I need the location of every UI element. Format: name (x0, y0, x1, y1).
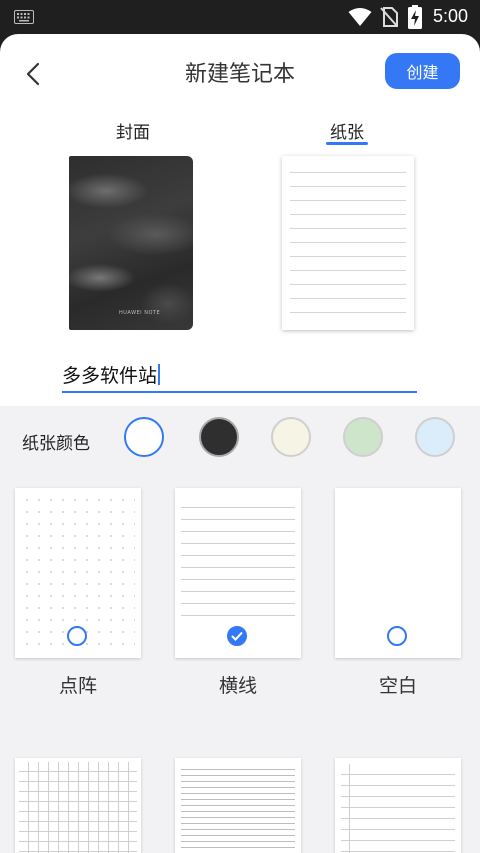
template-label: 点阵 (58, 675, 97, 697)
no-sim-icon (380, 7, 398, 27)
swatch-blue[interactable] (415, 417, 455, 457)
check-icon (231, 631, 243, 641)
paper-rule (290, 312, 406, 313)
swatch-cream[interactable] (271, 417, 311, 457)
template-grid[interactable] (15, 758, 141, 853)
paper-rule (290, 214, 406, 215)
grid-pattern (19, 762, 137, 853)
notebook-name-field[interactable]: 多多软件站 (62, 357, 417, 393)
template-radio[interactable] (67, 626, 87, 646)
tab-active-indicator (326, 142, 368, 145)
cover-preview[interactable]: HUAWEI NOTE (69, 156, 193, 330)
swatch-white[interactable] (124, 417, 164, 457)
template-dot-grid[interactable] (15, 488, 141, 658)
template-checklist[interactable] (335, 758, 461, 853)
dense-line-pattern (181, 764, 295, 853)
keyboard-icon (14, 10, 34, 24)
new-notebook-sheet: 新建笔记本 创建 封面 纸张 HUAWEI NOTE 多多软件站 纸张颜色 点阵… (0, 34, 480, 853)
template-radio-checked[interactable] (227, 626, 247, 646)
template-blank[interactable] (335, 488, 461, 658)
cover-brand-text: HUAWEI NOTE (119, 310, 161, 316)
name-field-underline (62, 391, 417, 393)
checklist-pattern (341, 764, 455, 853)
paper-rule (290, 298, 406, 299)
paper-rule (290, 172, 406, 173)
paper-rule (290, 186, 406, 187)
template-label: 空白 (378, 675, 417, 697)
paper-options-panel: 纸张颜色 点阵 横线 空白 (0, 406, 480, 853)
paper-rule (290, 200, 406, 201)
paper-rule (290, 256, 406, 257)
text-caret (158, 364, 161, 385)
template-dense-lined[interactable] (175, 758, 301, 853)
checklist-margin (349, 764, 350, 853)
paper-preview[interactable] (282, 156, 414, 330)
line-pattern (181, 496, 295, 618)
paper-rule (290, 242, 406, 243)
notebook-name-value: 多多软件站 (62, 361, 161, 388)
swatch-green[interactable] (343, 417, 383, 457)
template-lined[interactable] (175, 488, 301, 658)
paper-rule (290, 270, 406, 271)
battery-charging-icon (408, 5, 422, 29)
template-radio[interactable] (387, 626, 407, 646)
tab-paper[interactable]: 纸张 (318, 118, 376, 143)
paper-rule (290, 228, 406, 229)
create-button[interactable]: 创建 (385, 53, 460, 89)
tab-cover[interactable]: 封面 (104, 118, 162, 143)
template-label: 横线 (218, 675, 257, 697)
wifi-icon (348, 8, 372, 26)
swatch-black[interactable] (199, 417, 239, 457)
paper-rule (290, 284, 406, 285)
status-time: 5:00 (432, 6, 468, 26)
paper-color-label: 纸张颜色 (22, 434, 90, 454)
status-bar: 5:00 (0, 0, 480, 34)
